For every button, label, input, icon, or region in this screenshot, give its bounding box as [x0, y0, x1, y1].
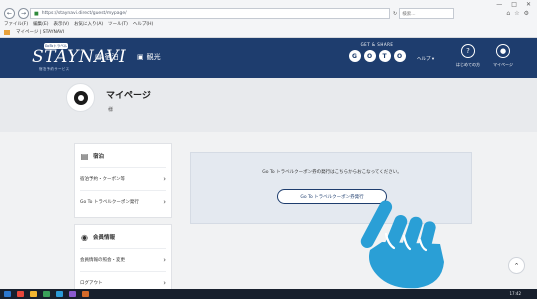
- avatar: [66, 83, 95, 112]
- mypage-button[interactable]: ● マイページ: [486, 44, 520, 68]
- sidebar-item-label: ログアウト: [80, 281, 103, 286]
- gear-icon[interactable]: ⚙: [524, 10, 529, 17]
- taskbar-apps: [4, 291, 89, 297]
- site-header: GoToトラベル STAYNAVI 宿泊予約サービス ▤ 宿泊 ▣ 観光 GET…: [0, 38, 537, 78]
- app-icon[interactable]: [69, 291, 76, 297]
- browser-nav: ← →: [4, 8, 29, 19]
- sidebar-heading-label: 会員情報: [93, 235, 116, 241]
- sidebar-item-label: 宿泊予約・クーポン等: [80, 177, 125, 182]
- menu-help[interactable]: ヘルプ(H): [133, 21, 153, 27]
- browser-menu: ファイル(F) 編集(E) 表示(V) お気に入り(A) ツール(T) ヘルプ(…: [4, 21, 153, 27]
- calendar-icon: ▤: [95, 53, 102, 61]
- sidebar-section-lodging: ▤ 宿泊 宿泊予約・クーポン等 › Go To トラベルクーポン発行 ›: [74, 143, 172, 218]
- sidebar-item-coupon-issue[interactable]: Go To トラベルクーポン発行 ›: [80, 190, 166, 213]
- star-icon[interactable]: ☆: [514, 10, 519, 17]
- pointing-hand-icon: [360, 200, 444, 289]
- minimize-icon[interactable]: —: [496, 1, 502, 8]
- home-icon[interactable]: ⌂: [506, 10, 510, 17]
- mypage-label: マイページ: [493, 62, 513, 67]
- app-icon[interactable]: [17, 291, 24, 297]
- question-icon: ?: [461, 44, 475, 58]
- sidebar: ▤ 宿泊 宿泊予約・クーポン等 › Go To トラベルクーポン発行 › ◉ 会…: [74, 143, 172, 299]
- search-placeholder: 検索...: [402, 11, 416, 17]
- sidebar-heading: ▤ 宿泊: [80, 148, 166, 167]
- nav-lodging[interactable]: ▤ 宿泊: [95, 52, 119, 62]
- url-tools: ↻ 検索...: [393, 8, 455, 19]
- help-dropdown[interactable]: ヘルプ ▾: [417, 56, 434, 62]
- menu-edit[interactable]: 編集(E): [33, 21, 48, 27]
- gift-circle: T: [378, 50, 391, 62]
- logo-badge: GoToトラベル: [44, 43, 68, 49]
- ticket-icon: ▣: [137, 53, 144, 61]
- menu-favorites[interactable]: お気に入り(A): [74, 21, 103, 27]
- sidebar-heading: ◉ 会員情報: [80, 229, 166, 248]
- menu-file[interactable]: ファイル(F): [4, 21, 28, 27]
- nav-sightseeing-label: 観光: [146, 53, 161, 61]
- logo-subtitle: 宿泊予約サービス: [39, 67, 70, 71]
- folder-icon[interactable]: [30, 291, 37, 297]
- menu-view[interactable]: 表示(V): [53, 21, 69, 27]
- sidebar-item-label: Go To トラベルクーポン発行: [80, 200, 139, 205]
- page-title: マイページ: [106, 91, 151, 101]
- chevron-right-icon: ›: [163, 256, 166, 264]
- taskbar-clock: 17:42: [509, 291, 521, 296]
- chevron-right-icon: ›: [163, 175, 166, 183]
- gift-circles: G O T O: [347, 50, 407, 62]
- user-name-suffix: 様: [108, 107, 114, 113]
- chevron-up-icon: ⌃: [513, 261, 520, 270]
- lock-icon: ■: [34, 10, 39, 17]
- address-bar[interactable]: ■ https://staynavi.direct/guest/mypage/: [30, 8, 390, 19]
- user-avatar-icon: [73, 90, 88, 105]
- gift-circle: O: [393, 50, 406, 62]
- favorite-icon: [4, 29, 10, 35]
- menu-tools[interactable]: ツール(T): [108, 21, 128, 27]
- user-icon: ●: [496, 44, 510, 58]
- sidebar-item-label: 会員情報の照会・変更: [80, 258, 125, 263]
- chevron-right-icon: ›: [163, 279, 166, 287]
- favorites-bar: マイページ | STAYNAVI: [4, 29, 64, 35]
- nav-lodging-label: 宿泊: [104, 53, 119, 61]
- app-icon[interactable]: [82, 291, 89, 297]
- goto-share-banner[interactable]: GET & SHARE G O T O: [347, 42, 407, 74]
- browser-chrome: — □ ✕ ← → ■ https://staynavi.direct/gues…: [0, 0, 537, 38]
- browser-tools: ⌂ ☆ ⚙: [506, 10, 529, 17]
- favorites-tab[interactable]: マイページ | STAYNAVI: [16, 29, 64, 35]
- app-icon[interactable]: [43, 291, 50, 297]
- scroll-to-top-button[interactable]: ⌃: [508, 257, 525, 274]
- nav-sightseeing[interactable]: ▣ 観光: [137, 52, 161, 62]
- gift-circle: O: [363, 50, 376, 62]
- close-icon[interactable]: ✕: [526, 1, 531, 8]
- browser-icon[interactable]: [56, 291, 63, 297]
- chevron-right-icon: ›: [163, 198, 166, 206]
- url-text: https://staynavi.direct/guest/mypage/: [41, 11, 127, 16]
- coupon-message: Go To トラベルクーポン券の発行はこちらからおこなってください。: [262, 170, 402, 175]
- sidebar-heading-label: 宿泊: [93, 154, 105, 160]
- lodging-icon: ▤: [80, 151, 89, 161]
- browser-search-input[interactable]: 検索...: [399, 8, 455, 19]
- forward-icon[interactable]: →: [18, 8, 29, 19]
- sidebar-item-member-info[interactable]: 会員情報の照会・変更 ›: [80, 248, 166, 271]
- back-icon[interactable]: ←: [4, 8, 15, 19]
- member-icon: ◉: [81, 232, 88, 242]
- sidebar-item-reservations[interactable]: 宿泊予約・クーポン等 ›: [80, 167, 166, 190]
- first-time-button[interactable]: ? はじめての方: [451, 44, 485, 68]
- maximize-icon[interactable]: □: [511, 1, 517, 8]
- start-icon[interactable]: [4, 291, 11, 297]
- sidebar-section-member: ◉ 会員情報 会員情報の照会・変更 › ログアウト ›: [74, 224, 172, 299]
- gift-label: GET & SHARE: [360, 42, 394, 47]
- first-time-label: はじめての方: [456, 62, 480, 67]
- taskbar: 17:42: [0, 289, 537, 299]
- window-controls: — □ ✕: [496, 1, 531, 8]
- refresh-icon[interactable]: ↻: [393, 11, 397, 17]
- gift-circle: G: [348, 50, 361, 62]
